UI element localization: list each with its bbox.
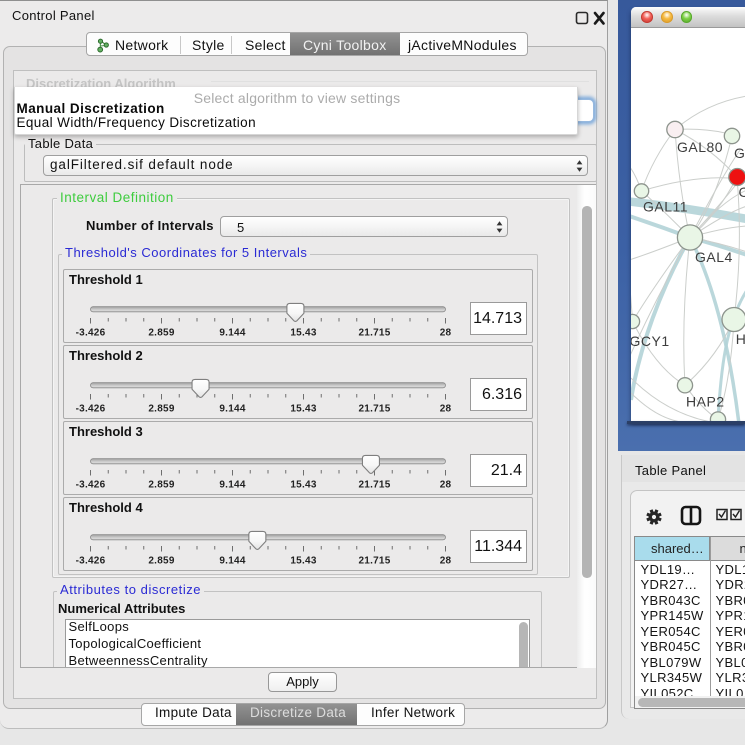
svg-text:9.144: 9.144 <box>219 404 245 415</box>
svg-text:-3.426: -3.426 <box>76 480 106 491</box>
svg-text:GAL4: GAL4 <box>695 249 733 265</box>
svg-text:GAL2: GAL2 <box>734 145 745 161</box>
svg-text:2.859: 2.859 <box>148 480 174 491</box>
svg-text:15.43: 15.43 <box>290 404 316 415</box>
svg-text:28: 28 <box>440 556 452 567</box>
svg-text:9.144: 9.144 <box>219 328 245 339</box>
svg-text:15.43: 15.43 <box>290 328 316 339</box>
svg-text:-3.426: -3.426 <box>76 328 106 339</box>
svg-text:9.144: 9.144 <box>219 480 245 491</box>
svg-text:-3.426: -3.426 <box>76 404 106 415</box>
svg-text:-3.426: -3.426 <box>76 556 106 567</box>
svg-text:21.715: 21.715 <box>358 404 390 415</box>
svg-text:GAL11: GAL11 <box>643 198 688 214</box>
svg-text:2.859: 2.859 <box>148 556 174 567</box>
svg-text:2.859: 2.859 <box>148 328 174 339</box>
svg-text:28: 28 <box>440 328 452 339</box>
svg-text:GCY1: GCY1 <box>631 333 670 349</box>
svg-text:CD: CD <box>739 184 745 200</box>
svg-text:28: 28 <box>440 404 452 415</box>
svg-text:15.43: 15.43 <box>290 480 316 491</box>
svg-text:15.43: 15.43 <box>290 556 316 567</box>
svg-text:28: 28 <box>440 480 452 491</box>
svg-text:HAP2: HAP2 <box>686 393 725 409</box>
svg-text:9.144: 9.144 <box>219 556 245 567</box>
svg-text:GAL80: GAL80 <box>677 139 723 155</box>
svg-text:HA: HA <box>736 331 745 347</box>
svg-text:21.715: 21.715 <box>358 328 390 339</box>
svg-text:21.715: 21.715 <box>358 556 390 567</box>
svg-text:21.715: 21.715 <box>358 480 390 491</box>
svg-text:2.859: 2.859 <box>148 404 174 415</box>
